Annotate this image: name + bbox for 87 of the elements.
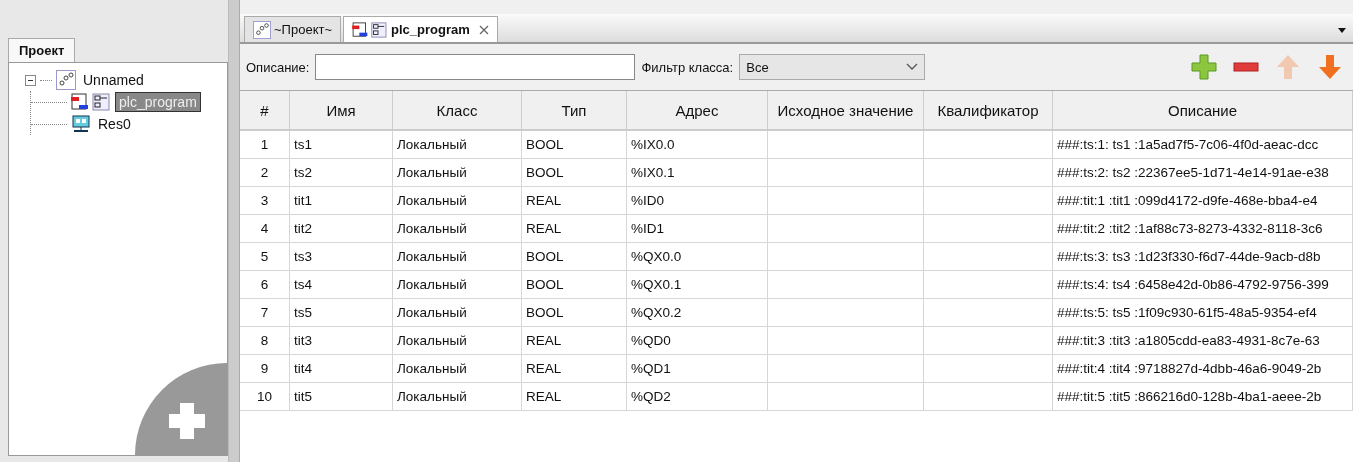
resource-icon — [71, 115, 91, 133]
table-cell: BOOL — [526, 165, 564, 180]
table-cell: ###:tit:2 :tit2 :1af88c73-8273-4332-8118-3c6 — [1057, 221, 1323, 236]
table-cell: ts2 — [294, 165, 312, 180]
table-cell: tit4 — [294, 361, 312, 376]
table-cell: ###:tit:4 :tit4 :9718827d-4dbb-46a6-9049-2b — [1057, 361, 1322, 376]
table-cell: %QX0.1 — [631, 277, 682, 292]
table-cell: 9 — [260, 361, 269, 376]
table-cell: tit3 — [294, 333, 312, 348]
table-cell: 8 — [260, 333, 269, 348]
table-cell: REAL — [526, 333, 562, 348]
table-cell: Локальный — [397, 165, 467, 180]
table-cell: %ID0 — [631, 193, 664, 208]
table-cell: Локальный — [397, 333, 467, 348]
table-cell: 3 — [260, 193, 269, 208]
table-cell: Локальный — [397, 277, 467, 292]
table-cell: REAL — [526, 361, 562, 376]
table-cell: BOOL — [526, 305, 564, 320]
collapse-icon[interactable] — [25, 74, 36, 86]
editor-tab[interactable]: plc_program — [343, 16, 498, 42]
table-cell: %QD2 — [631, 389, 671, 404]
table-cell: REAL — [526, 389, 562, 404]
table-cell: %QD1 — [631, 361, 671, 376]
table-cell: BOOL — [526, 249, 564, 264]
table-cell: 2 — [260, 165, 269, 180]
table-cell: Локальный — [397, 389, 467, 404]
table-cell: ###:tit:1 :tit1 :099d4172-d9fe-468e-bba4-e4 — [1057, 193, 1318, 208]
column-header[interactable]: # — [240, 91, 290, 129]
table-cell: %IX0.0 — [631, 137, 675, 152]
column-header[interactable]: Исходное значение — [768, 91, 924, 129]
column-header[interactable]: Квалификатор — [924, 91, 1053, 129]
table-cell: Локальный — [397, 193, 467, 208]
program-block-icon — [352, 21, 388, 38]
column-header[interactable]: Тип — [522, 91, 627, 129]
move-down-button[interactable] — [1317, 54, 1343, 80]
table-cell: ###:tit:3 :tit3 :a1805cdd-ea83-4931-8c7e-63 — [1057, 333, 1320, 348]
column-header[interactable]: Адрес — [627, 91, 768, 129]
table-cell: Локальный — [397, 361, 467, 376]
table-cell: tit2 — [294, 221, 312, 236]
table-cell: ###:ts:5: ts5 :1f09c930-61f5-48a5-9354-ef4 — [1057, 305, 1317, 320]
close-icon[interactable] — [478, 24, 489, 35]
table-cell: 1 — [260, 137, 269, 152]
table-cell: Локальный — [397, 221, 467, 236]
column-header[interactable]: Имя — [290, 91, 393, 129]
chevron-down-icon — [906, 63, 919, 71]
program-block-icon — [71, 93, 111, 111]
plus-icon — [167, 401, 207, 441]
description-label: Описание: — [246, 59, 310, 75]
column-header[interactable]: Класс — [393, 91, 522, 129]
table-cell: ###:ts:3: ts3 :1d23f330-f6d7-44de-9acb-d8b — [1057, 249, 1321, 264]
table-cell: Локальный — [397, 305, 467, 320]
table-cell: ###:ts:1: ts1 :1a5ad7f5-7c06-4f0d-aeac-dcc — [1057, 137, 1319, 152]
table-cell: ###:tit:5 :tit5 :866216d0-128b-4ba1-aeee-2b — [1057, 389, 1322, 404]
class-filter-label: Фильтр класса: — [641, 59, 734, 75]
table-cell: BOOL — [526, 137, 564, 152]
table-cell: %QX0.0 — [631, 249, 682, 264]
table-cell: REAL — [526, 221, 562, 236]
table-cell: %IX0.1 — [631, 165, 675, 180]
table-cell: ###:ts:4: ts4 :6458e42d-0b86-4792-9756-399 — [1057, 277, 1329, 292]
panel-tab[interactable]: Проект — [8, 38, 76, 62]
table-cell: tit5 — [294, 389, 312, 404]
table-cell: %QD0 — [631, 333, 671, 348]
tree-item[interactable]: Res0 — [95, 115, 134, 133]
tree-item[interactable]: Unnamed — [80, 71, 147, 89]
table-cell: ts1 — [294, 137, 312, 152]
editor-tab[interactable]: ~Проект~ — [244, 16, 341, 42]
table-cell: %ID1 — [631, 221, 664, 236]
table-cell: Локальный — [397, 137, 467, 152]
table-cell: REAL — [526, 193, 562, 208]
class-filter-dropdown[interactable]: Все — [739, 54, 926, 80]
table-cell: 10 — [257, 389, 272, 404]
table-cell: ts5 — [294, 305, 312, 320]
column-header[interactable]: Описание — [1053, 91, 1353, 129]
add-button[interactable] — [1191, 54, 1217, 80]
table-cell: BOOL — [526, 277, 564, 292]
table-cell: ts4 — [294, 277, 312, 292]
table-cell: %QX0.2 — [631, 305, 682, 320]
table-cell: ###:ts:2: ts2 :22367ee5-1d71-4e14-91ae-e38 — [1057, 165, 1329, 180]
dropdown-arrow-icon[interactable] — [1337, 26, 1347, 34]
description-input-field[interactable] — [315, 54, 636, 80]
table-cell: ts3 — [294, 249, 312, 264]
table-cell: 7 — [260, 305, 269, 320]
table-cell: 6 — [260, 277, 269, 292]
table-cell: Локальный — [397, 249, 467, 264]
table-cell: 4 — [260, 221, 269, 236]
table-cell: tit1 — [294, 193, 312, 208]
table-cell: 5 — [260, 249, 269, 264]
